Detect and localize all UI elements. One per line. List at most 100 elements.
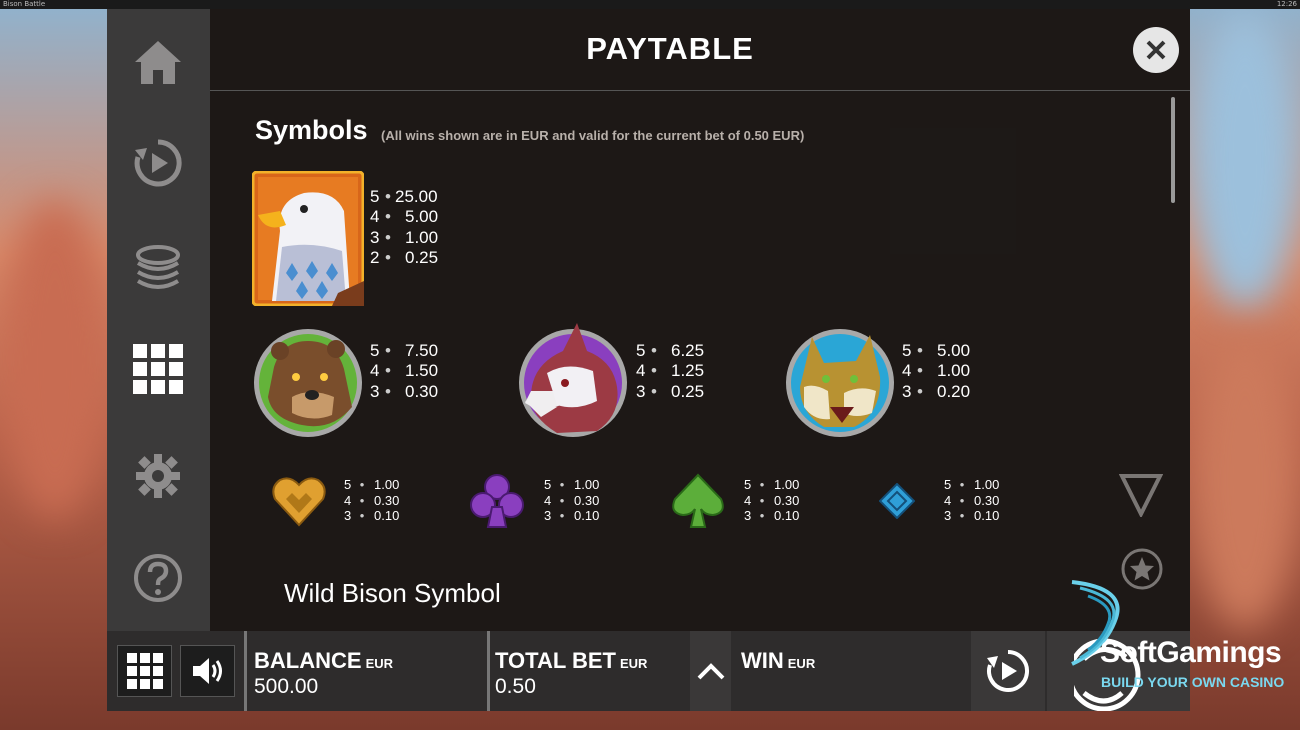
sound-button[interactable] bbox=[180, 645, 235, 697]
settings-gear-icon bbox=[136, 454, 180, 498]
bet-up-button[interactable] bbox=[690, 631, 731, 711]
bullet: • bbox=[559, 477, 565, 492]
pay-row: 5 • 7.50 bbox=[370, 341, 438, 361]
menu-button[interactable] bbox=[117, 645, 172, 697]
pay-value: 0.10 bbox=[574, 508, 600, 523]
scrollbar[interactable] bbox=[1171, 97, 1175, 203]
pay-count: 3 bbox=[370, 381, 380, 401]
bullet: • bbox=[759, 508, 765, 523]
total-bet-value: 0.50 bbox=[495, 675, 536, 698]
lynx-symbol bbox=[784, 327, 896, 444]
pay-row: 4 • 0.30 bbox=[744, 493, 799, 509]
pay-count: 5 bbox=[370, 187, 380, 206]
bullet: • bbox=[559, 508, 565, 523]
pay-value: 0.30 bbox=[374, 492, 400, 508]
pay-value: 0.10 bbox=[374, 508, 400, 523]
watermark-tagline: BUILD YOUR OWN CASINO bbox=[1101, 674, 1285, 690]
pay-value: 1.00 bbox=[974, 477, 1000, 492]
pay-row: 5 • 1.00 bbox=[944, 477, 999, 493]
pay-row: 5 • 6.25 bbox=[636, 341, 704, 361]
autoplay-button[interactable] bbox=[132, 137, 184, 189]
pay-value: 0.30 bbox=[574, 492, 600, 508]
pay-value: 1.00 bbox=[374, 477, 400, 492]
win-label: WIN EUR bbox=[741, 648, 815, 674]
wolf-icon bbox=[519, 323, 627, 437]
pay-row: 3 • 0.25 bbox=[636, 382, 704, 402]
settings-button[interactable] bbox=[132, 450, 184, 502]
bullet: • bbox=[359, 492, 365, 508]
pay-count: 4 bbox=[636, 361, 646, 381]
club-symbol bbox=[470, 473, 524, 534]
pay-row: 4 • 5.00 bbox=[370, 207, 438, 227]
bullet: • bbox=[651, 381, 657, 401]
diamond-icon bbox=[878, 482, 916, 520]
currency: EUR bbox=[620, 656, 648, 671]
paytable-panel: PAYTABLE bbox=[210, 9, 1190, 631]
currency: EUR bbox=[365, 656, 394, 671]
pay-value: 6.25 bbox=[671, 341, 705, 360]
bullet: • bbox=[559, 492, 565, 508]
bullet: • bbox=[385, 381, 391, 401]
pay-count: 3 bbox=[744, 508, 752, 523]
pay-row: 5 • 1.00 bbox=[744, 477, 799, 493]
spade-symbol bbox=[671, 473, 725, 534]
bullet: • bbox=[651, 341, 657, 360]
pay-row: 4 • 0.30 bbox=[944, 493, 999, 509]
pay-value: 1.50 bbox=[405, 361, 439, 381]
total-bet-label-text: TOTAL BET bbox=[495, 648, 616, 673]
pay-count: 4 bbox=[370, 207, 380, 227]
header-divider bbox=[210, 90, 1190, 91]
pay-row: 2 • 0.25 bbox=[370, 248, 438, 268]
paytable-button[interactable] bbox=[132, 343, 184, 395]
pay-row: 4 • 1.25 bbox=[636, 361, 704, 381]
help-button[interactable] bbox=[132, 552, 184, 604]
pay-count: 4 bbox=[744, 492, 752, 508]
pay-count: 4 bbox=[344, 492, 352, 508]
bullet: • bbox=[959, 492, 965, 508]
club-pays: 5 • 1.00 4 • 0.30 3 • 0.10 bbox=[544, 477, 599, 524]
shield-button[interactable] bbox=[1118, 473, 1164, 522]
bullet: • bbox=[759, 477, 765, 492]
spade-pays: 5 • 1.00 4 • 0.30 3 • 0.10 bbox=[744, 477, 799, 524]
pay-value: 0.30 bbox=[405, 381, 439, 401]
background-rock bbox=[0, 200, 110, 520]
pay-value: 0.30 bbox=[974, 492, 1000, 508]
bullet: • bbox=[359, 477, 365, 492]
bet-coins-button[interactable] bbox=[132, 242, 184, 294]
lynx-icon bbox=[786, 329, 894, 437]
autoplay-icon bbox=[987, 650, 1029, 692]
close-icon bbox=[1146, 40, 1166, 60]
pay-value: 1.00 bbox=[574, 477, 600, 492]
window-titlebar: Bison Battle 12:26 bbox=[0, 0, 1300, 9]
pay-value: 1.25 bbox=[671, 361, 705, 381]
pay-value: 7.50 bbox=[405, 341, 439, 360]
bullet: • bbox=[385, 207, 391, 227]
pay-row: 3 • 0.20 bbox=[902, 382, 970, 402]
diamond-symbol bbox=[878, 482, 916, 524]
pay-count: 3 bbox=[944, 508, 952, 523]
heart-icon bbox=[272, 477, 326, 527]
symbols-heading: Symbols bbox=[255, 115, 368, 145]
background-sky bbox=[1190, 10, 1300, 310]
bullet: • bbox=[359, 508, 365, 523]
pay-value: 0.10 bbox=[974, 508, 1000, 523]
pay-row: 4 • 0.30 bbox=[544, 493, 599, 509]
pay-row: 5 • 1.00 bbox=[544, 477, 599, 493]
bullet: • bbox=[385, 247, 391, 267]
diamond-pays: 5 • 1.00 4 • 0.30 3 • 0.10 bbox=[944, 477, 999, 524]
game-frame: PAYTABLE Symbols (All wins shown are in … bbox=[107, 9, 1190, 711]
clock: 12:26 bbox=[1276, 0, 1297, 8]
pay-count: 5 bbox=[944, 477, 952, 492]
club-icon bbox=[470, 474, 524, 528]
pay-row: 5 • 5.00 bbox=[902, 341, 970, 361]
coins-icon bbox=[136, 245, 180, 289]
bottom-bar: BALANCE EUR 500.00 TOTAL BET EUR 0.50 WIN E… bbox=[107, 631, 1190, 711]
home-button[interactable] bbox=[132, 36, 184, 88]
pay-row: 3 • 0.10 bbox=[944, 508, 999, 524]
close-button[interactable] bbox=[1133, 27, 1179, 73]
pay-value: 0.25 bbox=[671, 381, 705, 401]
autoplay-bottom-button[interactable] bbox=[971, 631, 1045, 711]
eagle-pays: 5 • 25.00 4 • 5.00 3 • 1.00 2 • 0.25 bbox=[370, 187, 438, 268]
pay-value: 0.20 bbox=[937, 381, 971, 401]
pay-value: 1.00 bbox=[405, 227, 439, 247]
